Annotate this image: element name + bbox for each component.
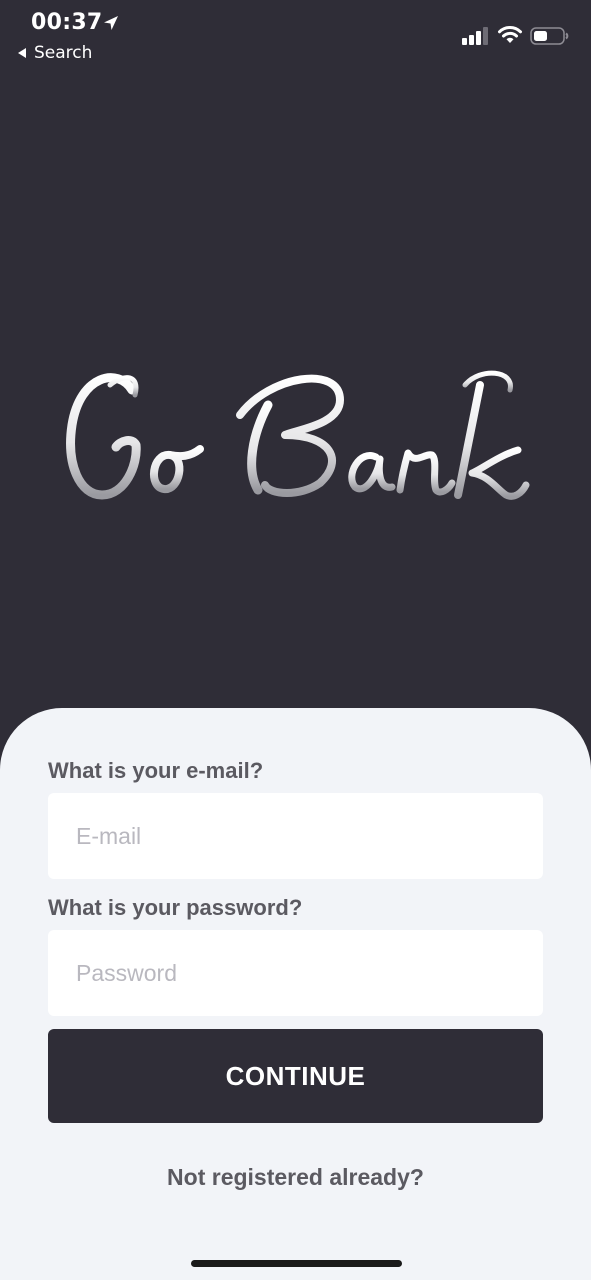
go-bank-logo xyxy=(40,345,550,535)
home-indicator[interactable] xyxy=(191,1260,402,1267)
login-card: What is your e-mail? What is your passwo… xyxy=(0,708,591,1280)
logo-script-art xyxy=(66,370,530,500)
login-screen: 00:37 Search What is your e-mail? E-mail… xyxy=(0,0,591,1280)
location-arrow-icon xyxy=(104,16,118,30)
continue-button[interactable]: CONTINUE xyxy=(48,1029,543,1123)
back-arrow-icon xyxy=(18,48,26,58)
cellular-signal-icon xyxy=(462,27,488,45)
password-field[interactable] xyxy=(48,930,543,1016)
status-time: 00:37 xyxy=(31,10,103,35)
back-to-search-button[interactable]: Search xyxy=(16,43,92,63)
email-question-label: What is your e-mail? xyxy=(48,758,264,783)
password-question-label: What is your password? xyxy=(48,895,303,920)
register-link[interactable]: Not registered already? xyxy=(0,1164,591,1191)
battery-icon xyxy=(530,27,569,45)
wifi-icon xyxy=(498,26,522,43)
email-field[interactable] xyxy=(48,793,543,879)
back-search-label: Search xyxy=(34,43,93,63)
